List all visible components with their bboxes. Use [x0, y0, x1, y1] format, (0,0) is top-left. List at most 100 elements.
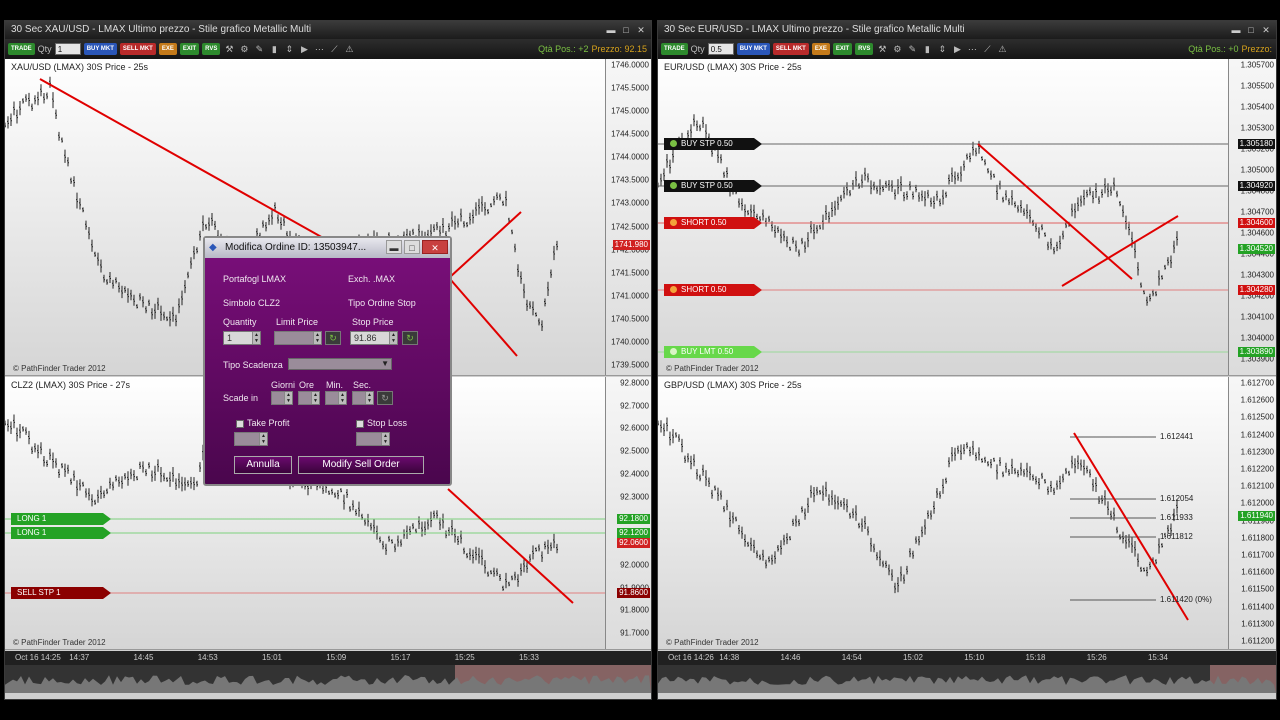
maximize-icon[interactable]: □	[404, 240, 420, 254]
minimize-icon[interactable]: ▬	[605, 25, 617, 35]
price-tick: 92.5000	[620, 446, 649, 456]
exit-button[interactable]: EXIT	[179, 43, 200, 55]
stop-apply-button[interactable]: ↻	[402, 331, 418, 345]
exe-button[interactable]: EXE	[158, 43, 177, 55]
window-controls: ▬ □ ✕	[1230, 21, 1272, 39]
arrows-icon[interactable]: ⇕	[936, 43, 948, 55]
qty-input[interactable]: 0.5	[707, 43, 734, 55]
gear-icon[interactable]: ⚙	[891, 43, 903, 55]
warning-icon[interactable]: ⚠	[996, 43, 1008, 55]
line-tool-icon[interactable]: ⟋	[328, 43, 340, 55]
take-profit-checkbox[interactable]	[236, 420, 244, 428]
trend-line[interactable]	[449, 278, 518, 357]
trend-line[interactable]	[39, 78, 326, 240]
minimize-icon[interactable]: ▬	[1230, 25, 1242, 35]
close-icon[interactable]: ✕	[422, 240, 448, 254]
gear-icon[interactable]: ⚙	[238, 43, 250, 55]
bars-icon[interactable]: ▮	[268, 43, 280, 55]
stop-price-input[interactable]: 91.86 ▲ ▼	[350, 331, 398, 345]
minimize-icon[interactable]: ▬	[386, 240, 402, 254]
buy-mkt-button[interactable]: BUY MKT	[83, 43, 117, 55]
price-axis: 1.305700 1.305500 1.305400 1.305300 1.305200…	[1228, 59, 1276, 375]
spinner-arrows-icon[interactable]: ▲ ▼	[284, 392, 292, 404]
buy-limit-order-tag[interactable]: BUY LMT 0.50	[664, 346, 762, 358]
spinner-arrows-icon[interactable]: ▲ ▼	[381, 433, 389, 445]
play-icon[interactable]: ▶	[951, 43, 963, 55]
buy-stop-order-tag[interactable]: BUY STP 0.50	[664, 180, 762, 192]
trade-button[interactable]: TRADE	[8, 43, 35, 55]
dots-icon[interactable]: ⋯	[966, 43, 978, 55]
buy-stop-order-tag[interactable]: BUY STP 0.50	[664, 138, 762, 150]
limit-apply-button[interactable]: ↻	[325, 331, 341, 345]
expiry-apply-button[interactable]: ↻	[377, 391, 393, 405]
buy-mkt-button[interactable]: BUY MKT	[736, 43, 770, 55]
stop-loss-checkbox[interactable]	[356, 420, 364, 428]
trade-button[interactable]: TRADE	[661, 43, 688, 55]
price-tick: 1745.5000	[611, 83, 649, 93]
pencil-icon[interactable]: ✎	[906, 43, 918, 55]
maximize-icon[interactable]: □	[620, 25, 632, 35]
arrows-icon[interactable]: ⇕	[283, 43, 295, 55]
sell-stop-order-tag[interactable]: SELL STP 1	[11, 587, 111, 599]
price-tick: 92.3000	[620, 492, 649, 502]
limit-price-input[interactable]: ▲ ▼	[274, 331, 322, 345]
gbpusd-chart-panel[interactable]: GBP/USD (LMAX) 30S Price - 25s 1.612441 …	[658, 377, 1276, 650]
days-stepper[interactable]: ▲ ▼	[271, 391, 293, 405]
spinner-arrows-icon[interactable]: ▲ ▼	[313, 332, 321, 344]
exit-button[interactable]: EXIT	[832, 43, 853, 55]
hours-stepper[interactable]: ▲ ▼	[298, 391, 320, 405]
cancel-button[interactable]: Annulla	[234, 456, 292, 474]
maximize-icon[interactable]: □	[1245, 25, 1257, 35]
eurusd-chart-panel[interactable]: EUR/USD (LMAX) 30S Price - 25s BUY STP 0…	[658, 59, 1276, 376]
play-icon[interactable]: ▶	[298, 43, 310, 55]
wrench-icon[interactable]: ⚒	[223, 43, 235, 55]
qty-label: Qty	[690, 44, 705, 54]
qty-input[interactable]: 1	[54, 43, 81, 55]
wrench-icon[interactable]: ⚒	[876, 43, 888, 55]
navigator-strip[interactable]	[658, 665, 1276, 693]
spinner-arrows-icon[interactable]: ▲ ▼	[338, 392, 346, 404]
minutes-label: Min.	[326, 380, 344, 390]
time-tick: Oct 16 14:26	[668, 653, 714, 662]
fib-level-label: 1.612054	[1160, 494, 1194, 503]
spinner-arrows-icon[interactable]: ▲ ▼	[252, 332, 260, 344]
rvs-button[interactable]: RVS	[855, 43, 874, 55]
rvs-button[interactable]: RVS	[202, 43, 221, 55]
warning-icon[interactable]: ⚠	[343, 43, 355, 55]
trend-line[interactable]	[449, 211, 522, 278]
expiry-type-select[interactable]: ▼	[288, 358, 392, 370]
stop-loss-input[interactable]: ▲ ▼	[356, 432, 390, 446]
spinner-arrows-icon[interactable]: ▲ ▼	[365, 392, 373, 404]
exe-button[interactable]: EXE	[811, 43, 830, 55]
quantity-stepper[interactable]: 1 ▲ ▼	[223, 331, 261, 345]
modify-sell-order-button[interactable]: Modify Sell Order	[298, 456, 424, 474]
order-icon: ◆	[209, 242, 217, 253]
close-icon[interactable]: ✕	[1260, 25, 1272, 35]
dots-icon[interactable]: ⋯	[313, 43, 325, 55]
window-controls: ▬ □ ✕	[605, 21, 647, 39]
modify-order-dialog: Modifica Ordine ID: 13503947... ◆ ▬ □ ✕ …	[203, 236, 452, 486]
line-tool-icon[interactable]: ⟋	[981, 43, 993, 55]
long-order-tag[interactable]: LONG 1	[11, 527, 111, 539]
minutes-stepper[interactable]: ▲ ▼	[325, 391, 347, 405]
short-order-tag[interactable]: SHORT 0.50	[664, 217, 762, 229]
spinner-arrows-icon[interactable]: ▲ ▼	[311, 392, 319, 404]
spinner-arrows-icon[interactable]: ▲ ▼	[389, 332, 397, 344]
sell-mkt-button[interactable]: SELL MKT	[772, 43, 809, 55]
bars-icon[interactable]: ▮	[921, 43, 933, 55]
sell-mkt-button[interactable]: SELL MKT	[119, 43, 156, 55]
stop-loss-label: Stop Loss	[367, 418, 408, 428]
long-order-tag[interactable]: LONG 1	[11, 513, 111, 525]
trend-line[interactable]	[1061, 215, 1179, 287]
seconds-stepper[interactable]: ▲ ▼	[352, 391, 374, 405]
short-order-tag[interactable]: SHORT 0.50	[664, 284, 762, 296]
order-status-icon	[670, 286, 677, 293]
take-profit-input[interactable]: ▲ ▼	[234, 432, 268, 446]
time-tick: 14:38	[719, 653, 740, 662]
position-quantity: Qtà Pos.: +2	[538, 44, 589, 54]
order-price-tag: 92.1200	[617, 528, 650, 538]
close-icon[interactable]: ✕	[635, 25, 647, 35]
spinner-arrows-icon[interactable]: ▲ ▼	[259, 433, 267, 445]
pencil-icon[interactable]: ✎	[253, 43, 265, 55]
navigator-strip[interactable]	[5, 665, 651, 693]
